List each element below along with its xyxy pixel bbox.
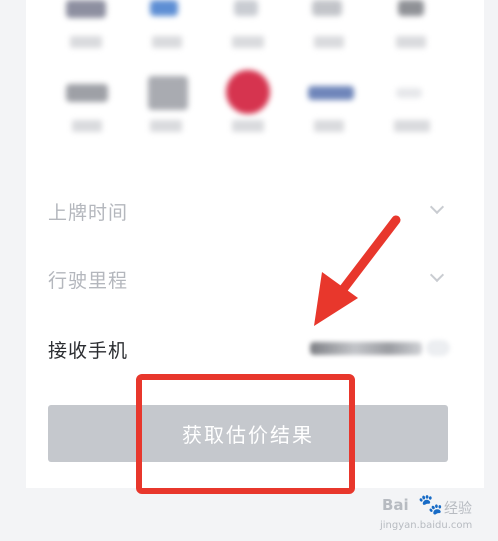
phone-row[interactable]: 接收手机 bbox=[48, 330, 450, 370]
red-arrow-annotation bbox=[314, 215, 401, 326]
brand-icon[interactable] bbox=[308, 86, 354, 100]
brand-icon[interactable] bbox=[234, 0, 258, 16]
brand-icon[interactable] bbox=[150, 0, 178, 16]
brand-name-blur bbox=[70, 36, 102, 48]
brand-icon[interactable] bbox=[396, 88, 422, 98]
watermark-brand: Bai bbox=[382, 496, 409, 514]
brand-icon[interactable] bbox=[398, 0, 424, 16]
brand-icon[interactable] bbox=[66, 84, 108, 102]
watermark-brand-suffix: 经验 bbox=[444, 501, 472, 517]
chevron-down-icon[interactable] bbox=[429, 199, 445, 215]
brand-name-blur bbox=[72, 120, 102, 132]
brand-name-blur bbox=[152, 36, 182, 48]
mileage-label: 行驶里程 bbox=[48, 270, 129, 292]
brand-name-blur bbox=[314, 120, 344, 132]
baidu-watermark: Bai 🐾 经验 jingyan.baidu.com bbox=[378, 492, 494, 536]
brand-name-blur bbox=[150, 120, 182, 132]
highlight-box-annotation bbox=[136, 374, 355, 494]
brand-icon[interactable] bbox=[148, 76, 188, 110]
phone-label: 接收手机 bbox=[48, 340, 129, 362]
brand-name-blur bbox=[232, 36, 264, 48]
brand-name-blur bbox=[396, 36, 426, 48]
brand-name-blur bbox=[394, 120, 430, 132]
brand-icon[interactable] bbox=[312, 0, 342, 16]
brand-name-blur bbox=[232, 120, 264, 132]
watermark-url: jingyan.baidu.com bbox=[380, 520, 473, 531]
phone-number-input[interactable] bbox=[310, 342, 422, 355]
chevron-down-icon[interactable] bbox=[429, 267, 445, 283]
brand-icon[interactable] bbox=[66, 0, 106, 18]
brand-icon[interactable] bbox=[226, 70, 270, 114]
paw-icon: 🐾 bbox=[418, 492, 443, 516]
plate-time-label: 上牌时间 bbox=[48, 202, 129, 224]
brand-name-blur bbox=[314, 36, 344, 48]
phone-input-clear[interactable] bbox=[426, 340, 450, 356]
